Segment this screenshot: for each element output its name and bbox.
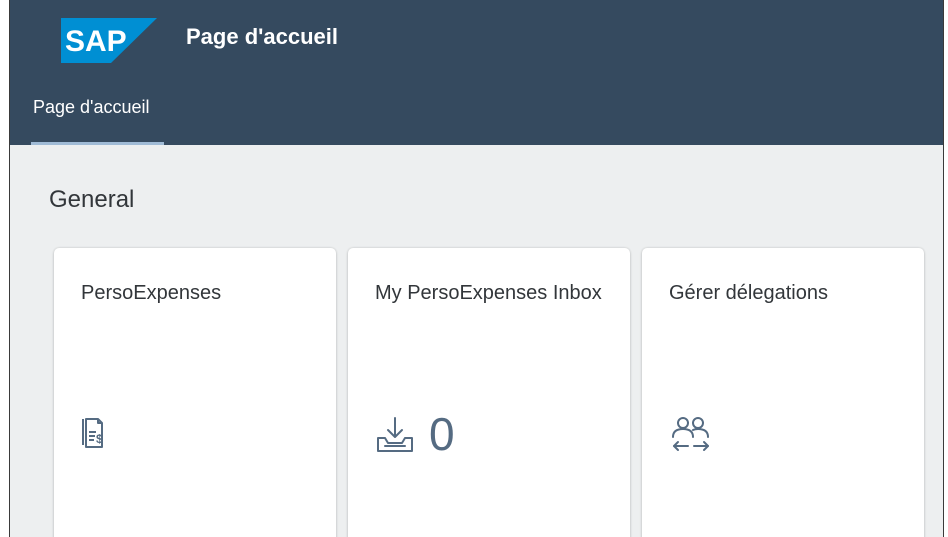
tile-title: PersoExpenses — [81, 282, 222, 304]
sap-logo[interactable]: SAP — [61, 18, 157, 63]
tile-gerer-delegations[interactable]: Gérer délegations — [642, 248, 924, 537]
tab-page-accueil[interactable]: Page d'accueil — [31, 93, 164, 145]
delegation-users-icon — [672, 417, 709, 451]
tile-my-persoexpenses-inbox[interactable]: My PersoExpenses Inbox 0 — [348, 248, 630, 537]
section-title: General — [49, 186, 135, 213]
shell-header: SAP Page d'accueil Page d'accueil — [10, 0, 943, 145]
tab-selected-indicator — [31, 142, 164, 145]
expense-report-icon: $ — [82, 418, 103, 448]
page-title: Page d'accueil — [186, 24, 338, 49]
svg-text:$: $ — [96, 432, 103, 446]
inbox-download-icon — [377, 417, 413, 452]
tile-persoexpenses[interactable]: PersoExpenses $ — [54, 248, 336, 537]
tile-title: My PersoExpenses Inbox — [375, 282, 602, 304]
tab-label: Page d'accueil — [33, 97, 150, 117]
inbox-count: 0 — [429, 408, 455, 460]
tile-title: Gérer délegations — [669, 282, 828, 304]
sap-logo-text: SAP — [65, 25, 127, 58]
app-frame: SAP Page d'accueil Page d'accueil Genera… — [9, 0, 944, 537]
